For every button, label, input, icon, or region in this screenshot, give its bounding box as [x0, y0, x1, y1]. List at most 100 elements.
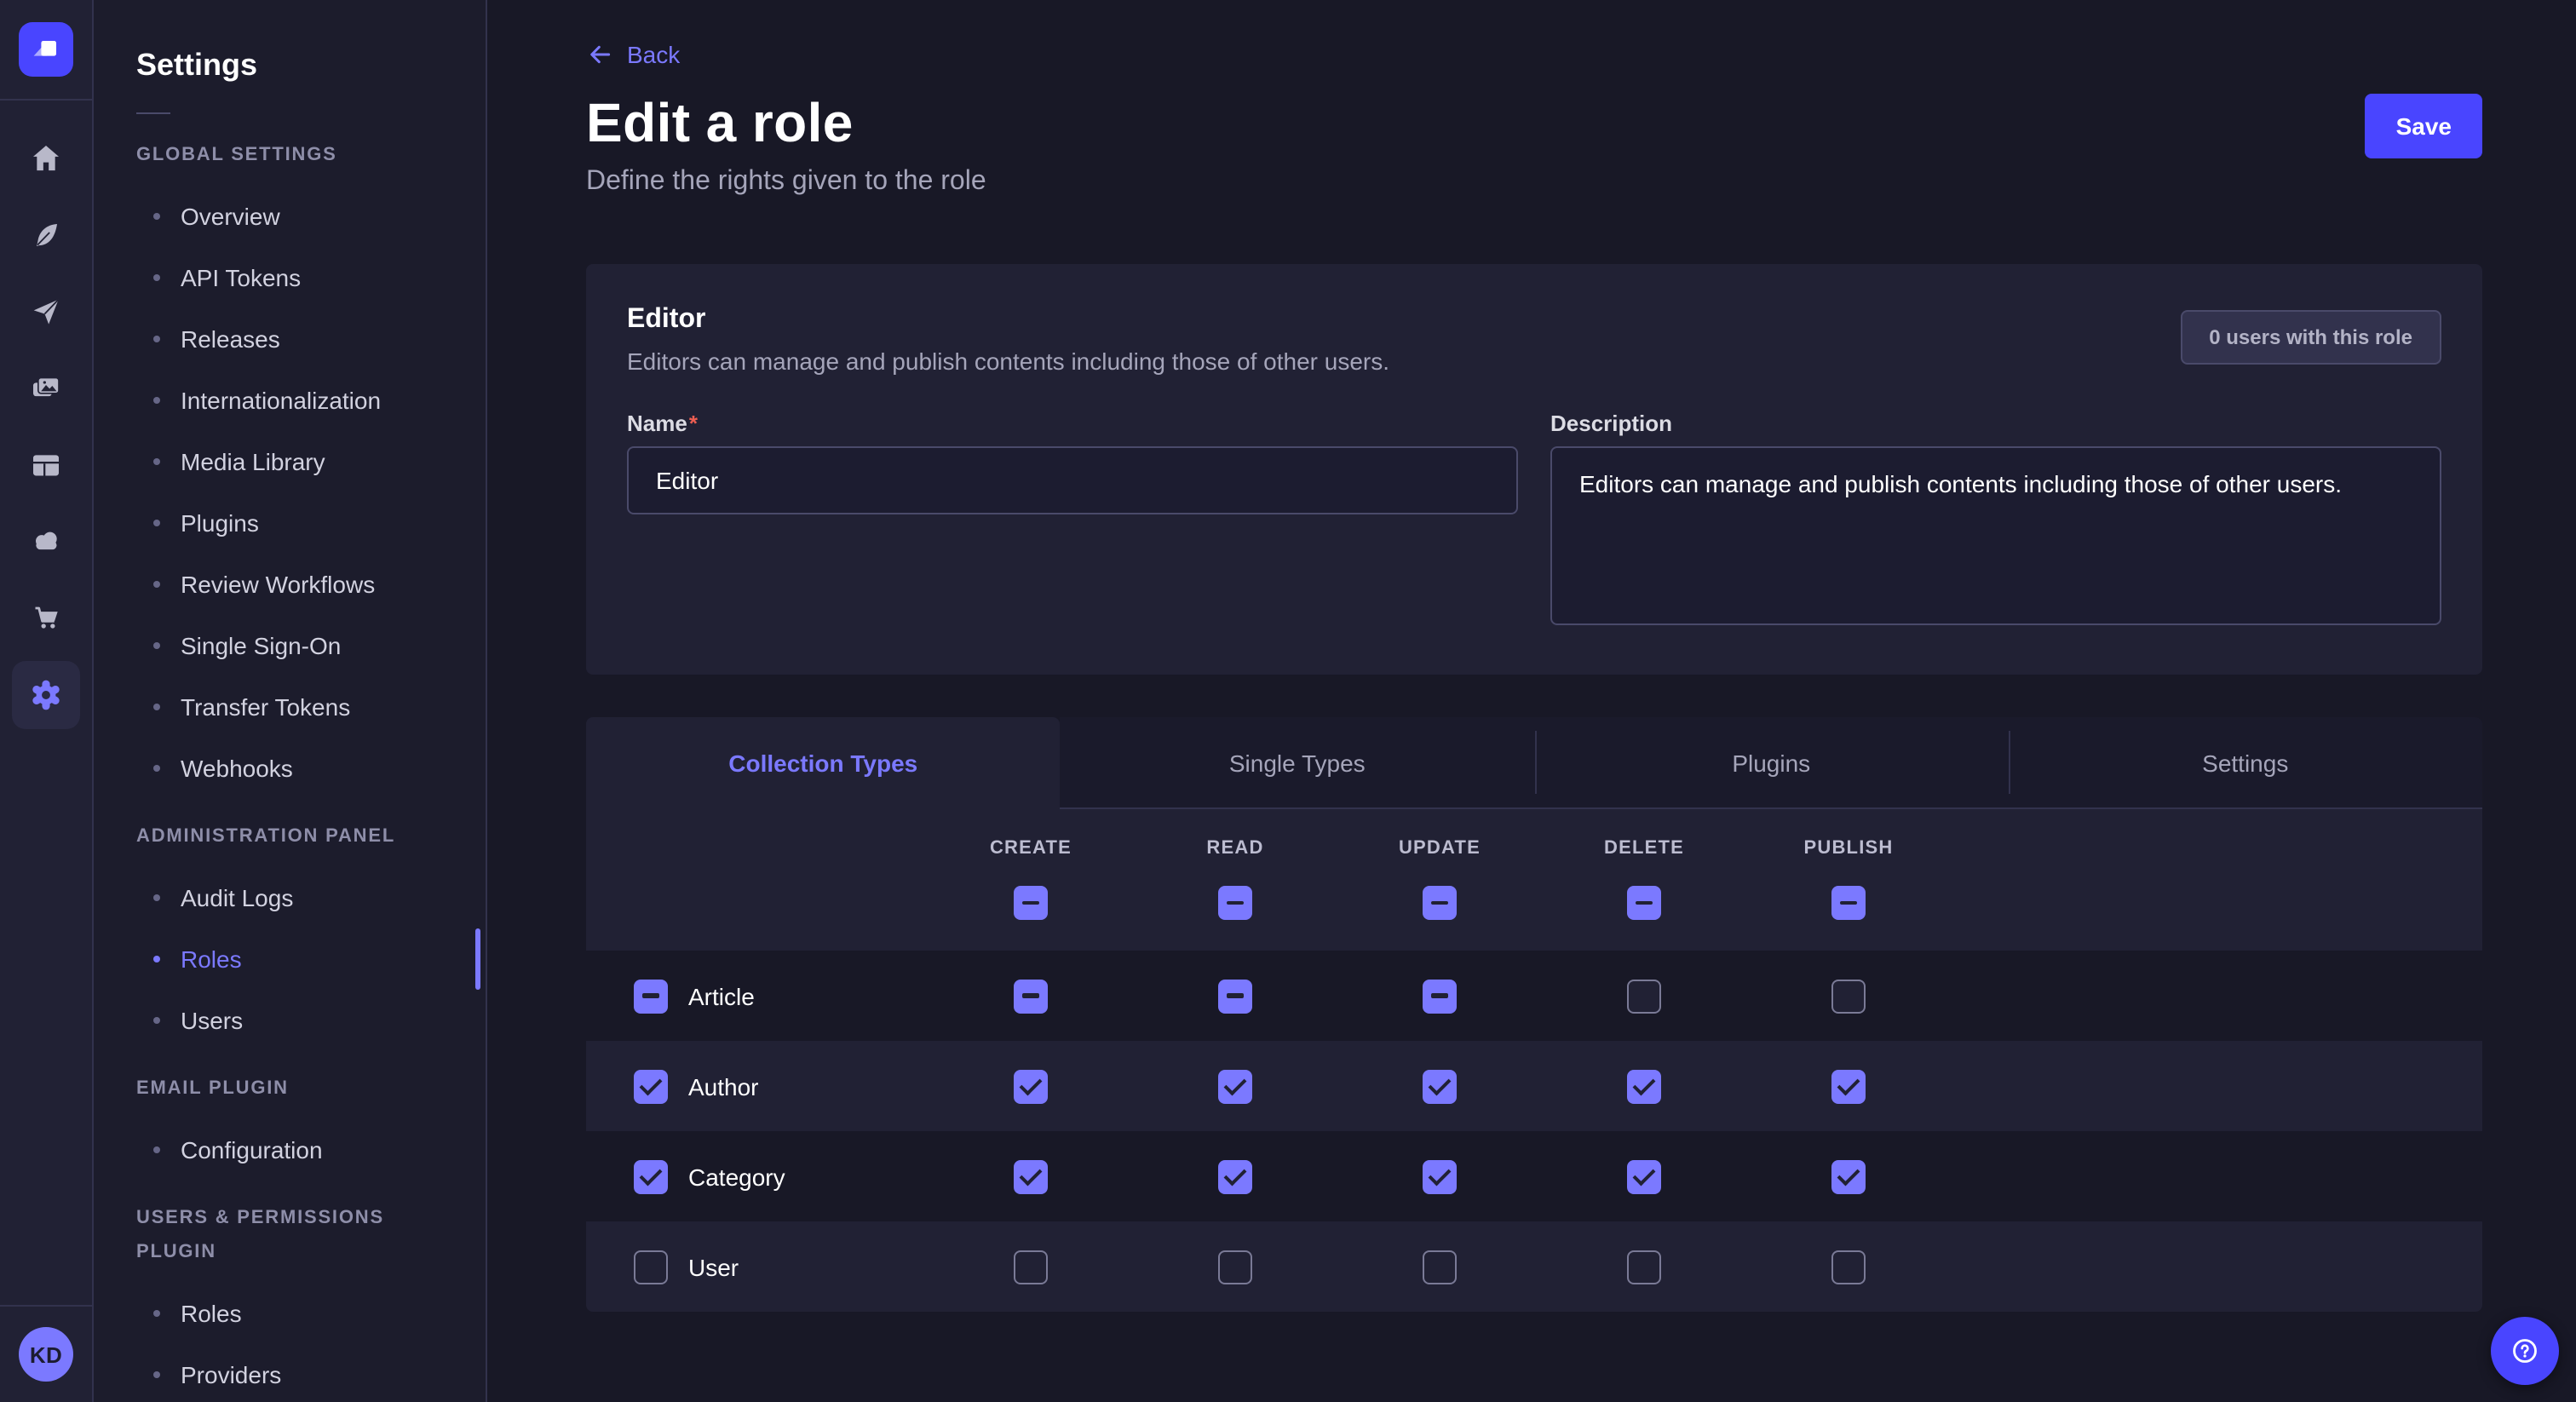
sidebar-item-review-workflows[interactable]: Review Workflows — [136, 554, 445, 615]
permission-cell — [1133, 1250, 1337, 1284]
checkbox-unchecked[interactable] — [634, 1250, 668, 1284]
sidebar-item-users[interactable]: Users — [136, 990, 445, 1051]
checkbox-unchecked[interactable] — [1831, 1250, 1866, 1284]
checkbox-indeterminate[interactable] — [1014, 886, 1048, 920]
subnav-section: EMAIL PLUGIN Configuration — [136, 1072, 445, 1181]
back-link[interactable]: Back — [586, 41, 680, 68]
nav-cloud[interactable] — [12, 508, 80, 576]
permission-cell — [1337, 1250, 1542, 1284]
nav-content-type-builder[interactable] — [12, 201, 80, 269]
question-mark-icon — [2508, 1334, 2542, 1368]
sidebar-item-transfer-tokens[interactable]: Transfer Tokens — [136, 676, 445, 738]
sidebar-item-internationalization[interactable]: Internationalization — [136, 370, 445, 431]
nav-settings[interactable] — [12, 661, 80, 729]
checkbox-indeterminate[interactable] — [1627, 886, 1661, 920]
tab-collection-types[interactable]: Collection Types — [586, 717, 1061, 809]
gear-icon — [27, 676, 65, 714]
sidebar-item-audit-logs[interactable]: Audit Logs — [136, 867, 445, 928]
sidebar-item-releases[interactable]: Releases — [136, 308, 445, 370]
rail-footer: KD — [0, 1305, 92, 1402]
tab-settings[interactable]: Settings — [2009, 717, 2483, 809]
subnav-section-label: ADMINISTRATION PANEL — [136, 819, 445, 853]
select-all-cell — [929, 886, 1133, 920]
checkbox-indeterminate[interactable] — [1218, 979, 1252, 1013]
permissions-header: CREATEREADUPDATEDELETEPUBLISH — [586, 809, 2482, 951]
nav-marketplace[interactable] — [12, 584, 80, 652]
checkbox-checked[interactable] — [1218, 1069, 1252, 1103]
cloud-icon — [29, 525, 63, 559]
nav-home[interactable] — [12, 124, 80, 192]
checkbox-indeterminate[interactable] — [1014, 979, 1048, 1013]
checkbox-indeterminate[interactable] — [1423, 979, 1457, 1013]
checkbox-indeterminate[interactable] — [1831, 886, 1866, 920]
bullet-icon — [153, 397, 160, 404]
column-header-read: READ — [1133, 838, 1337, 859]
sidebar-item-webhooks[interactable]: Webhooks — [136, 738, 445, 799]
checkbox-unchecked[interactable] — [1014, 1250, 1048, 1284]
permissions-rows: ArticleAuthorCategoryUser — [586, 951, 2482, 1312]
sidebar-item-roles[interactable]: Roles — [136, 1283, 445, 1344]
sidebar-item-configuration[interactable]: Configuration — [136, 1119, 445, 1181]
row-label-cell: Category — [586, 1159, 929, 1193]
column-header-update: UPDATE — [1337, 838, 1542, 859]
sidebar-item-label: API Tokens — [181, 264, 301, 291]
save-button[interactable]: Save — [2366, 94, 2482, 158]
checkbox-unchecked[interactable] — [1423, 1250, 1457, 1284]
sidebar-item-single-sign-on[interactable]: Single Sign-On — [136, 615, 445, 676]
content-type-label: Author — [688, 1072, 759, 1100]
checkbox-checked[interactable] — [1423, 1069, 1457, 1103]
checkbox-unchecked[interactable] — [1831, 979, 1866, 1013]
checkbox-checked[interactable] — [1831, 1069, 1866, 1103]
select-all-row — [586, 886, 2482, 920]
users-with-role-badge[interactable]: 0 users with this role — [2180, 310, 2441, 365]
bullet-icon — [153, 274, 160, 281]
permission-cell — [1542, 1159, 1746, 1193]
description-textarea[interactable]: Editors can manage and publish contents … — [1550, 446, 2441, 625]
bullet-icon — [153, 1017, 160, 1024]
strapi-logo[interactable] — [19, 22, 73, 77]
select-all-cell — [1746, 886, 1951, 920]
sidebar-item-roles[interactable]: Roles — [136, 928, 445, 990]
sidebar-item-api-tokens[interactable]: API Tokens — [136, 247, 445, 308]
sidebar-item-label: Review Workflows — [181, 571, 375, 598]
checkbox-unchecked[interactable] — [1218, 1250, 1252, 1284]
help-button[interactable] — [2491, 1317, 2559, 1385]
checkbox-checked[interactable] — [1423, 1159, 1457, 1193]
nav-deploy[interactable] — [12, 278, 80, 346]
checkbox-indeterminate[interactable] — [1423, 886, 1457, 920]
checkbox-checked[interactable] — [1014, 1159, 1048, 1193]
checkbox-unchecked[interactable] — [1627, 979, 1661, 1013]
tab-single-types[interactable]: Single Types — [1061, 717, 1535, 809]
sidebar-item-media-library[interactable]: Media Library — [136, 431, 445, 492]
sidebar-item-label: Media Library — [181, 448, 325, 475]
nav-content-manager[interactable] — [12, 431, 80, 499]
sidebar-item-label: Internationalization — [181, 387, 381, 414]
bullet-icon — [153, 642, 160, 649]
checkbox-indeterminate[interactable] — [1218, 886, 1252, 920]
page-subtitle: Define the rights given to the role — [586, 167, 2482, 198]
name-input[interactable] — [627, 446, 1518, 514]
checkbox-checked[interactable] — [1627, 1159, 1661, 1193]
checkbox-checked[interactable] — [634, 1159, 668, 1193]
checkbox-checked[interactable] — [1627, 1069, 1661, 1103]
sidebar-item-providers[interactable]: Providers — [136, 1344, 445, 1402]
checkbox-unchecked[interactable] — [1627, 1250, 1661, 1284]
subnav-section-label: EMAIL PLUGIN — [136, 1072, 445, 1106]
sidebar-item-overview[interactable]: Overview — [136, 186, 445, 247]
checkbox-checked[interactable] — [1831, 1159, 1866, 1193]
bullet-icon — [153, 704, 160, 710]
bullet-icon — [153, 1371, 160, 1378]
checkbox-checked[interactable] — [634, 1069, 668, 1103]
permission-cell — [1542, 1069, 1746, 1103]
description-field-group: Description Editors can manage and publi… — [1550, 411, 2441, 634]
sidebar-item-plugins[interactable]: Plugins — [136, 492, 445, 554]
permission-cell — [1746, 1250, 1951, 1284]
permission-cell — [1133, 979, 1337, 1013]
nav-media-library[interactable] — [12, 354, 80, 422]
subnav-section-label: USERS & PERMISSIONS PLUGIN — [136, 1201, 445, 1269]
checkbox-checked[interactable] — [1218, 1159, 1252, 1193]
checkbox-checked[interactable] — [1014, 1069, 1048, 1103]
checkbox-indeterminate[interactable] — [634, 979, 668, 1013]
tab-plugins[interactable]: Plugins — [1534, 717, 2009, 809]
user-avatar[interactable]: KD — [19, 1327, 73, 1382]
